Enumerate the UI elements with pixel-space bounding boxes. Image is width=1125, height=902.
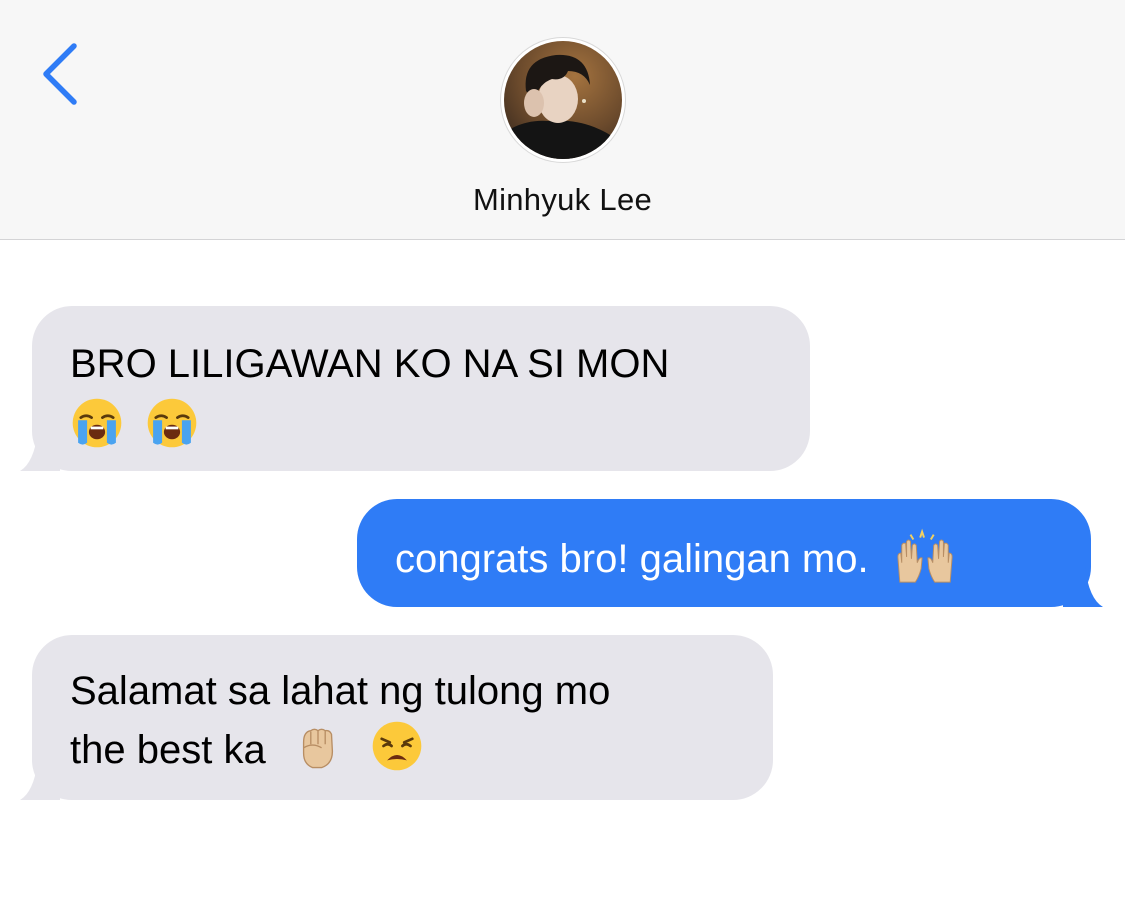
message-text-line2: the best ka bbox=[70, 719, 733, 778]
contact-name[interactable]: Minhyuk Lee bbox=[0, 182, 1125, 218]
chevron-left-icon bbox=[43, 43, 77, 105]
back-button[interactable] bbox=[36, 40, 86, 110]
contact-avatar-photo bbox=[504, 41, 622, 159]
contact-avatar[interactable] bbox=[501, 38, 625, 162]
bubble-tail bbox=[20, 760, 60, 800]
raised-fist-emoji bbox=[302, 728, 333, 769]
emoji-row bbox=[70, 396, 770, 455]
bubble-tail bbox=[20, 431, 60, 471]
received-message-bubble[interactable]: Salamat sa lahat ng tulong mo the best k… bbox=[20, 635, 773, 800]
conversation-header: Minhyuk Lee bbox=[0, 0, 1125, 240]
raising-hands-emoji bbox=[897, 528, 953, 583]
message-text: congrats bro! galingan mo. bbox=[395, 537, 869, 581]
weary-face-emoji bbox=[372, 721, 422, 771]
loudly-crying-face-emoji bbox=[147, 398, 197, 448]
message-thread: BRO LILIGAWAN KO NA SI MON congrats bro!… bbox=[0, 240, 1125, 902]
loudly-crying-face-emoji bbox=[72, 398, 122, 448]
sent-message-bubble[interactable]: congrats bro! galingan mo. bbox=[357, 499, 1103, 607]
message-text: the best ka bbox=[70, 728, 266, 772]
received-message-bubble[interactable]: BRO LILIGAWAN KO NA SI MON bbox=[20, 306, 810, 471]
message-text: Salamat sa lahat ng tulong mo bbox=[70, 669, 611, 713]
message-text: BRO LILIGAWAN KO NA SI MON bbox=[70, 342, 670, 386]
bubble-tail bbox=[1063, 567, 1103, 607]
